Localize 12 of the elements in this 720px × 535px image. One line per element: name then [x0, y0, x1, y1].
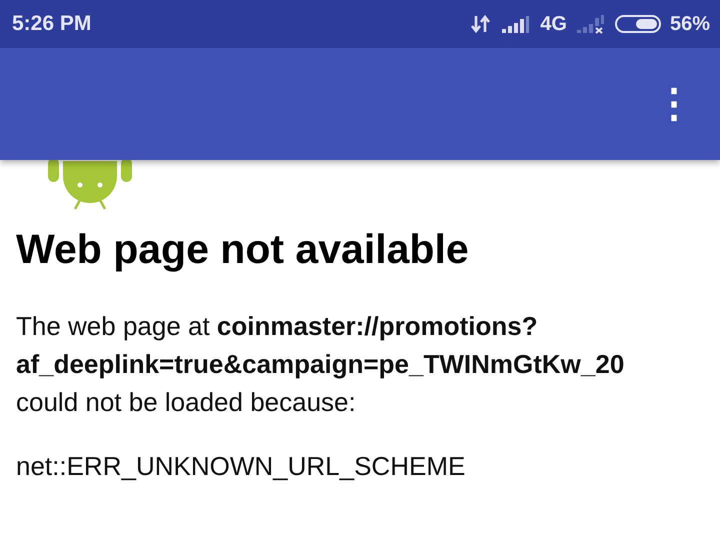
android-robot-icon	[48, 158, 132, 210]
signal-icon	[501, 14, 532, 34]
menu-button[interactable]: ⋮	[650, 84, 698, 124]
data-transfer-icon	[470, 14, 492, 34]
no-signal-icon	[576, 14, 606, 34]
error-title: Web page not available	[16, 226, 470, 273]
error-message: The web page at coinmaster://promotions?af_deeplink=true&campaign=pe_TWINmGtKw_20 could not be loaded because:	[16, 310, 626, 419]
clock-time: 5:26 PM	[12, 12, 92, 36]
network-type: 4G	[540, 12, 567, 36]
battery-icon	[614, 15, 661, 33]
error-code: net::ERR_UNKNOWN_URL_SCHEME	[16, 451, 466, 482]
battery-percent: 56%	[670, 12, 710, 36]
